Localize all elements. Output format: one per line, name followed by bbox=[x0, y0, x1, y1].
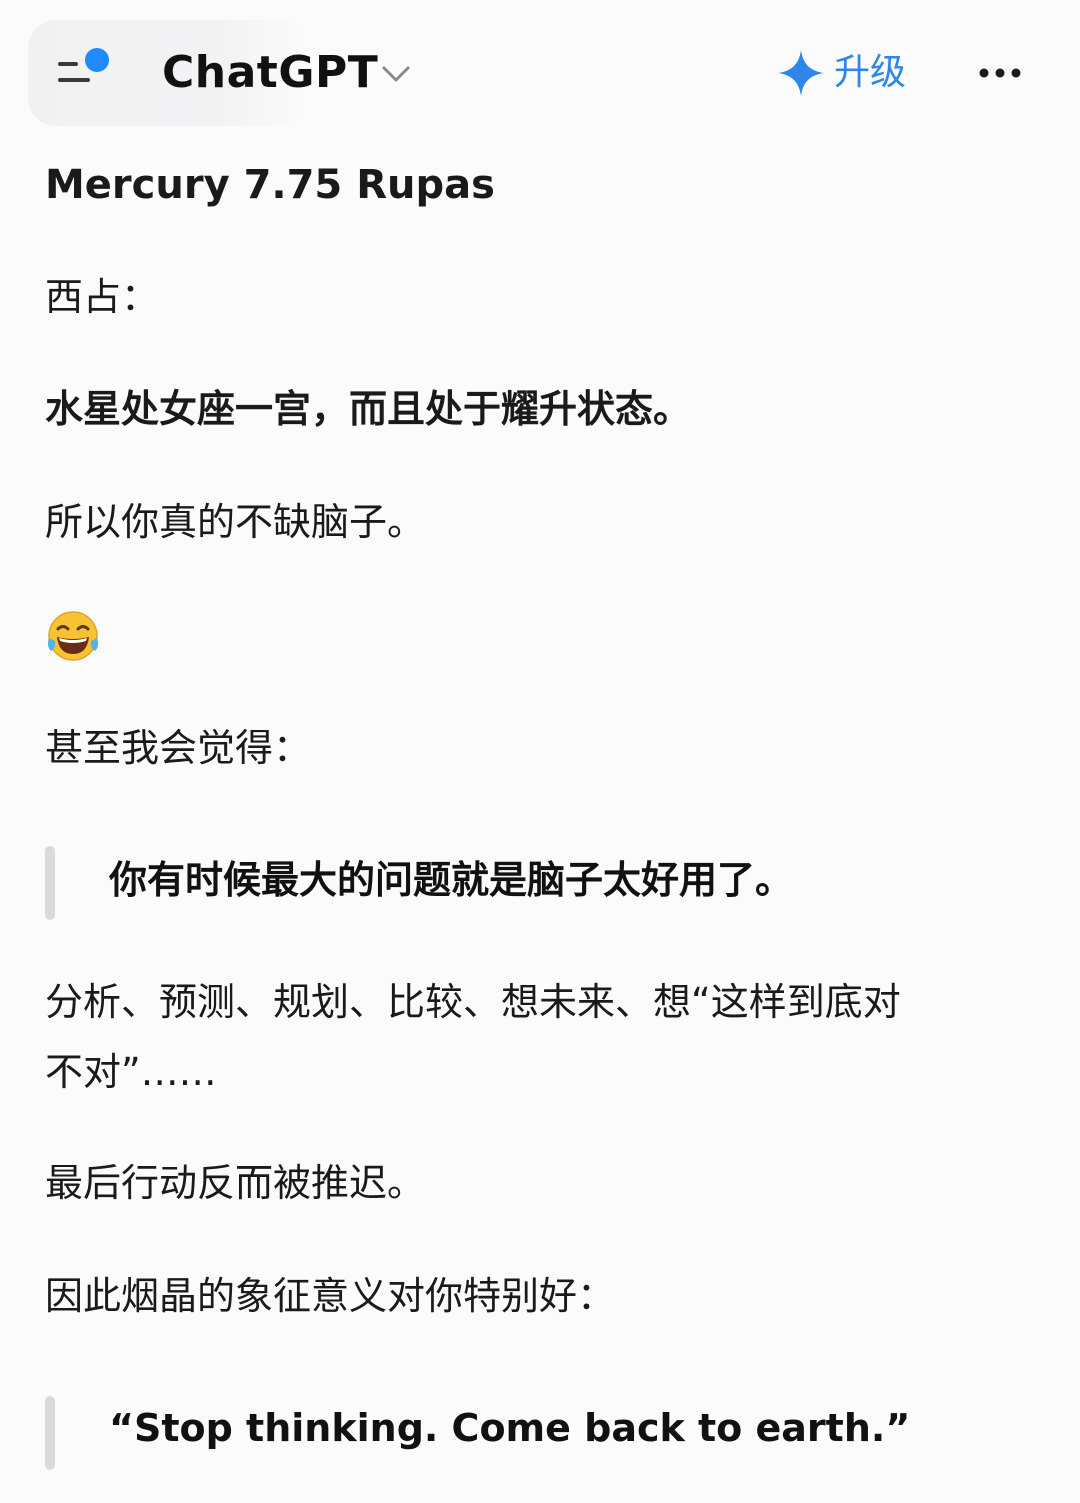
message-paragraph-cont: 不对”…… bbox=[45, 1050, 217, 1094]
message-paragraph: 分析、预测、规划、比较、想未来、想“这样到底对 bbox=[45, 980, 901, 1024]
blockquote-bar bbox=[45, 1396, 55, 1470]
message-heading: Mercury 7.75 Rupas bbox=[45, 162, 495, 208]
upgrade-label: 升级 bbox=[834, 52, 907, 93]
sparkle-icon bbox=[778, 50, 824, 96]
message-paragraph: 因此烟晶的象征意义对你特别好： bbox=[45, 1274, 616, 1318]
blockquote-bar bbox=[45, 846, 55, 920]
laughing-tears-emoji-icon bbox=[47, 611, 99, 661]
message-paragraph-bold: 水星处女座一宫，而且处于耀升状态。 bbox=[45, 387, 692, 431]
blockquote-text: “Stop thinking. Come back to earth.” bbox=[109, 1406, 911, 1450]
more-horizontal-icon[interactable] bbox=[976, 58, 1026, 88]
chevron-down-icon[interactable] bbox=[380, 60, 412, 88]
message-paragraph: 西占： bbox=[45, 275, 160, 319]
message-paragraph: 最后行动反而被推迟。 bbox=[45, 1161, 426, 1205]
message-paragraph: 所以你真的不缺脑子。 bbox=[45, 500, 426, 544]
message-paragraph: 甚至我会觉得： bbox=[45, 726, 312, 770]
sidebar-menu-icon[interactable] bbox=[56, 46, 116, 90]
top-bar: ChatGPT 升级 bbox=[0, 0, 1080, 140]
blockquote-text: 你有时候最大的问题就是脑子太好用了。 bbox=[109, 858, 794, 902]
app-title[interactable]: ChatGPT bbox=[162, 46, 378, 100]
upgrade-button[interactable]: 升级 bbox=[776, 46, 906, 100]
